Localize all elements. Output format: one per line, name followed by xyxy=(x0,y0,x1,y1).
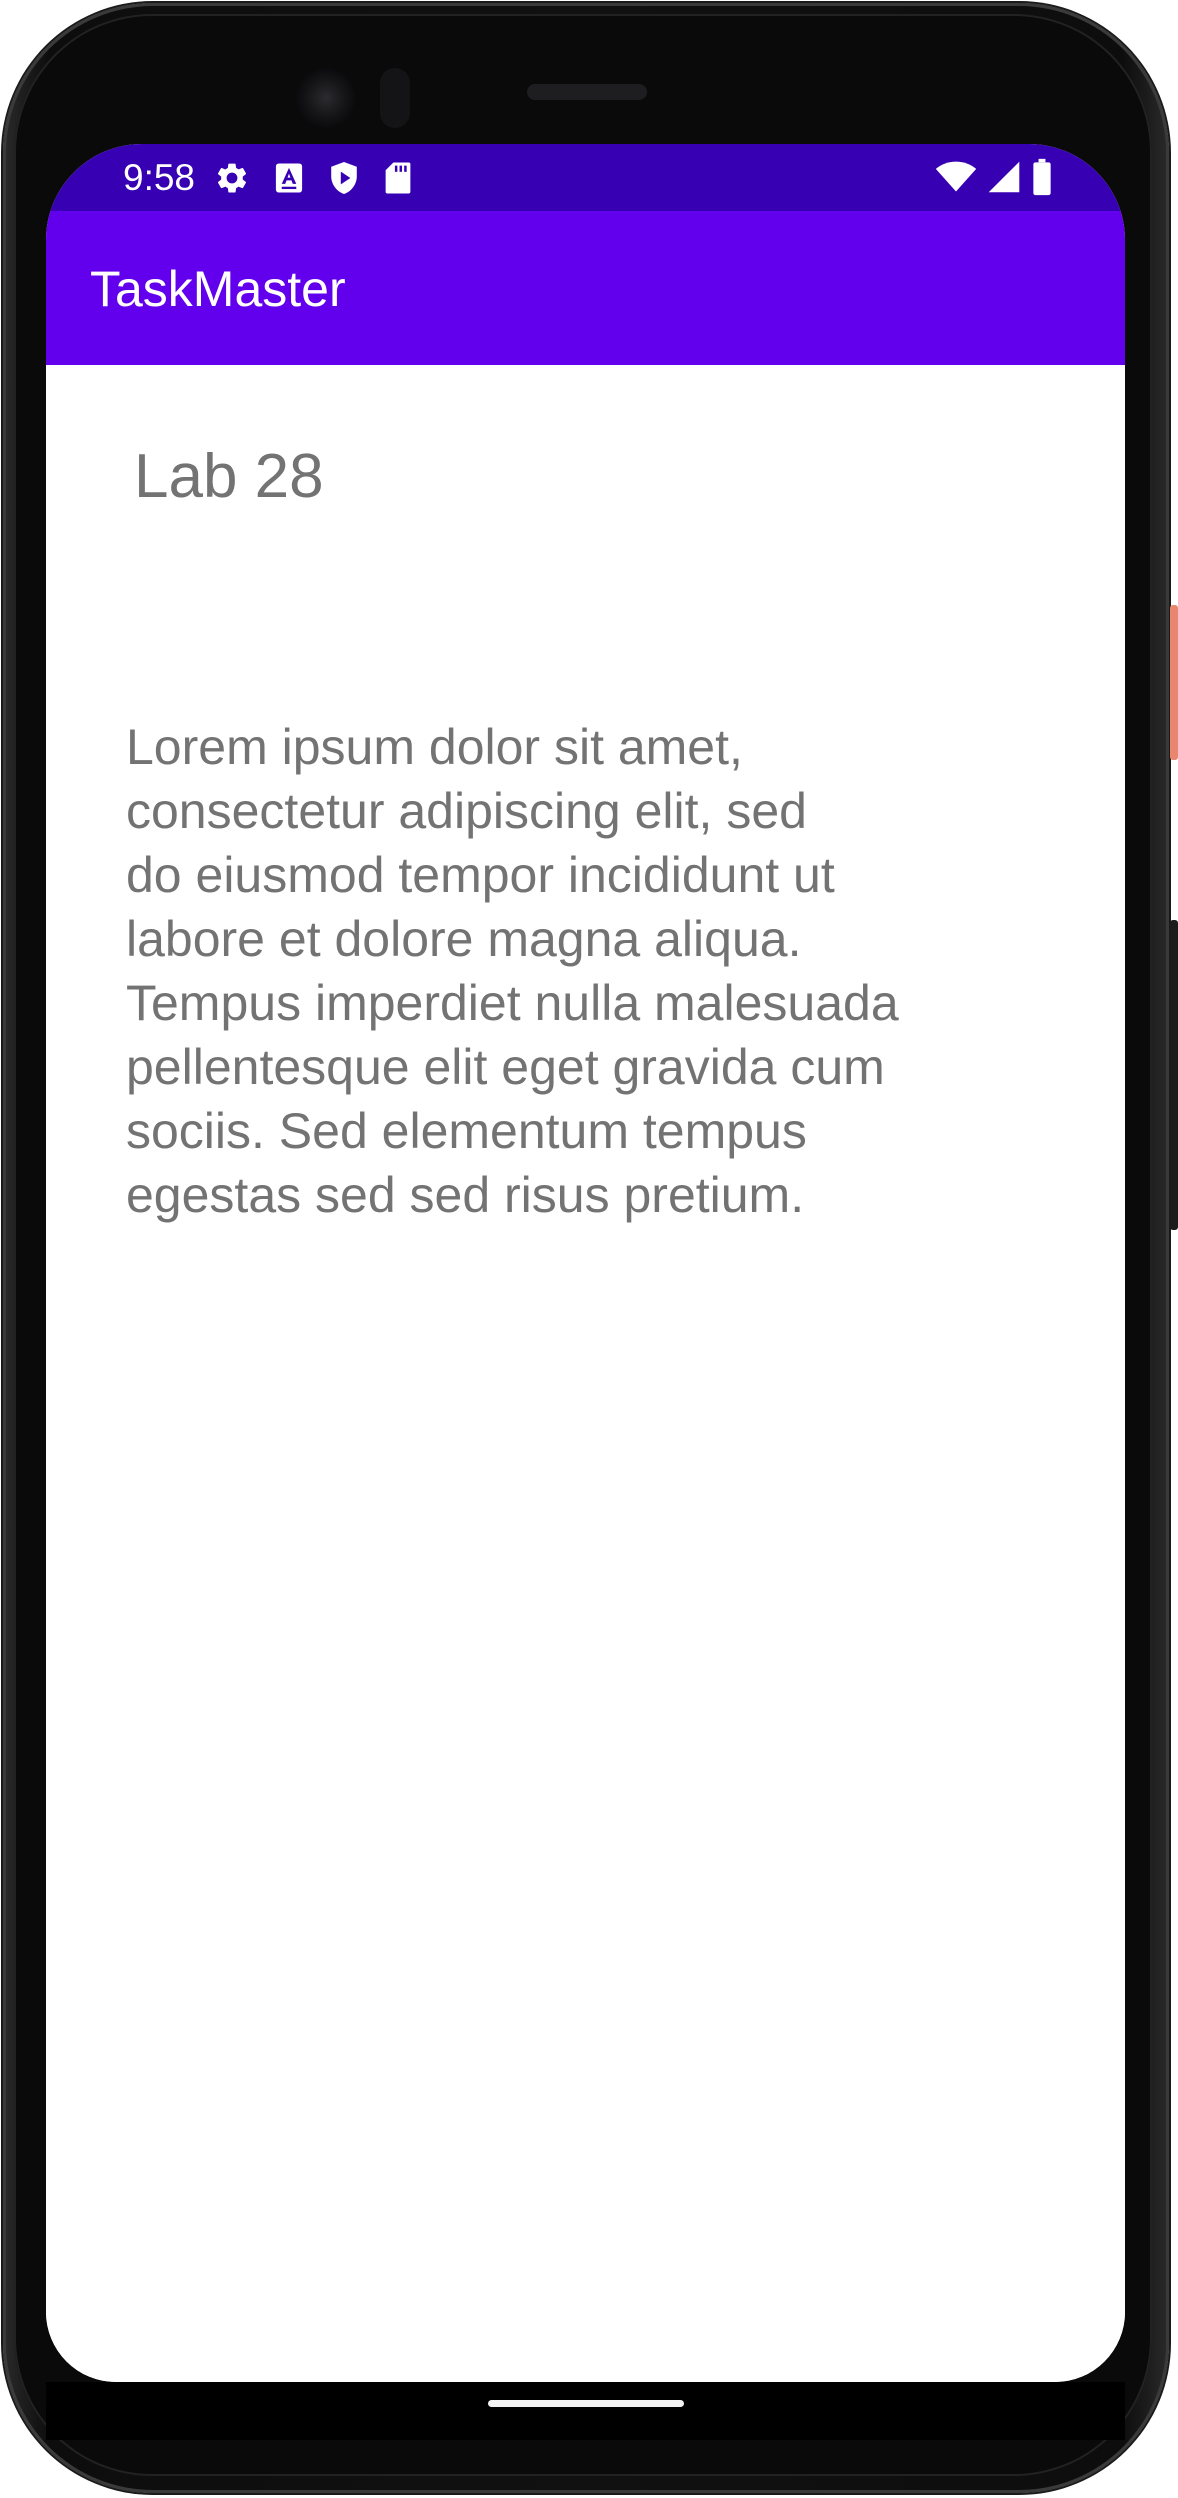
wifi-icon xyxy=(935,160,977,199)
proximity-sensor xyxy=(380,68,410,128)
front-camera xyxy=(296,68,356,128)
a-text-icon xyxy=(274,162,304,199)
shield-play-icon xyxy=(328,160,360,201)
task-description: Lorem ipsum dolor sit amet, consectetur … xyxy=(126,719,899,1223)
sd-card-icon xyxy=(384,161,412,200)
screen: 9:58 TaskMaster Lab 28 Lorem ipsum dolor… xyxy=(46,144,1125,2382)
battery-icon xyxy=(1031,158,1053,201)
status-time: 9:58 xyxy=(123,157,196,198)
status-system-icons xyxy=(935,158,1053,201)
home-gesture-handle[interactable] xyxy=(488,2400,684,2407)
app-bar: TaskMaster xyxy=(46,211,1125,365)
phone-device: 9:58 TaskMaster Lab 28 Lorem ipsum dolor… xyxy=(0,0,1178,2498)
task-detail-content: Lab 28 Lorem ipsum dolor sit amet, conse… xyxy=(46,365,1125,2382)
earpiece-speaker xyxy=(527,84,647,100)
status-bar: 9:58 xyxy=(46,144,1125,211)
status-notification-icons xyxy=(214,160,412,201)
gear-icon xyxy=(214,160,250,201)
volume-button xyxy=(1170,920,1178,1230)
navigation-bar xyxy=(46,2382,1125,2440)
cell-signal-icon xyxy=(987,160,1021,199)
app-title: TaskMaster xyxy=(90,261,346,317)
task-title: Lab 28 xyxy=(134,442,324,511)
power-button xyxy=(1170,605,1178,760)
